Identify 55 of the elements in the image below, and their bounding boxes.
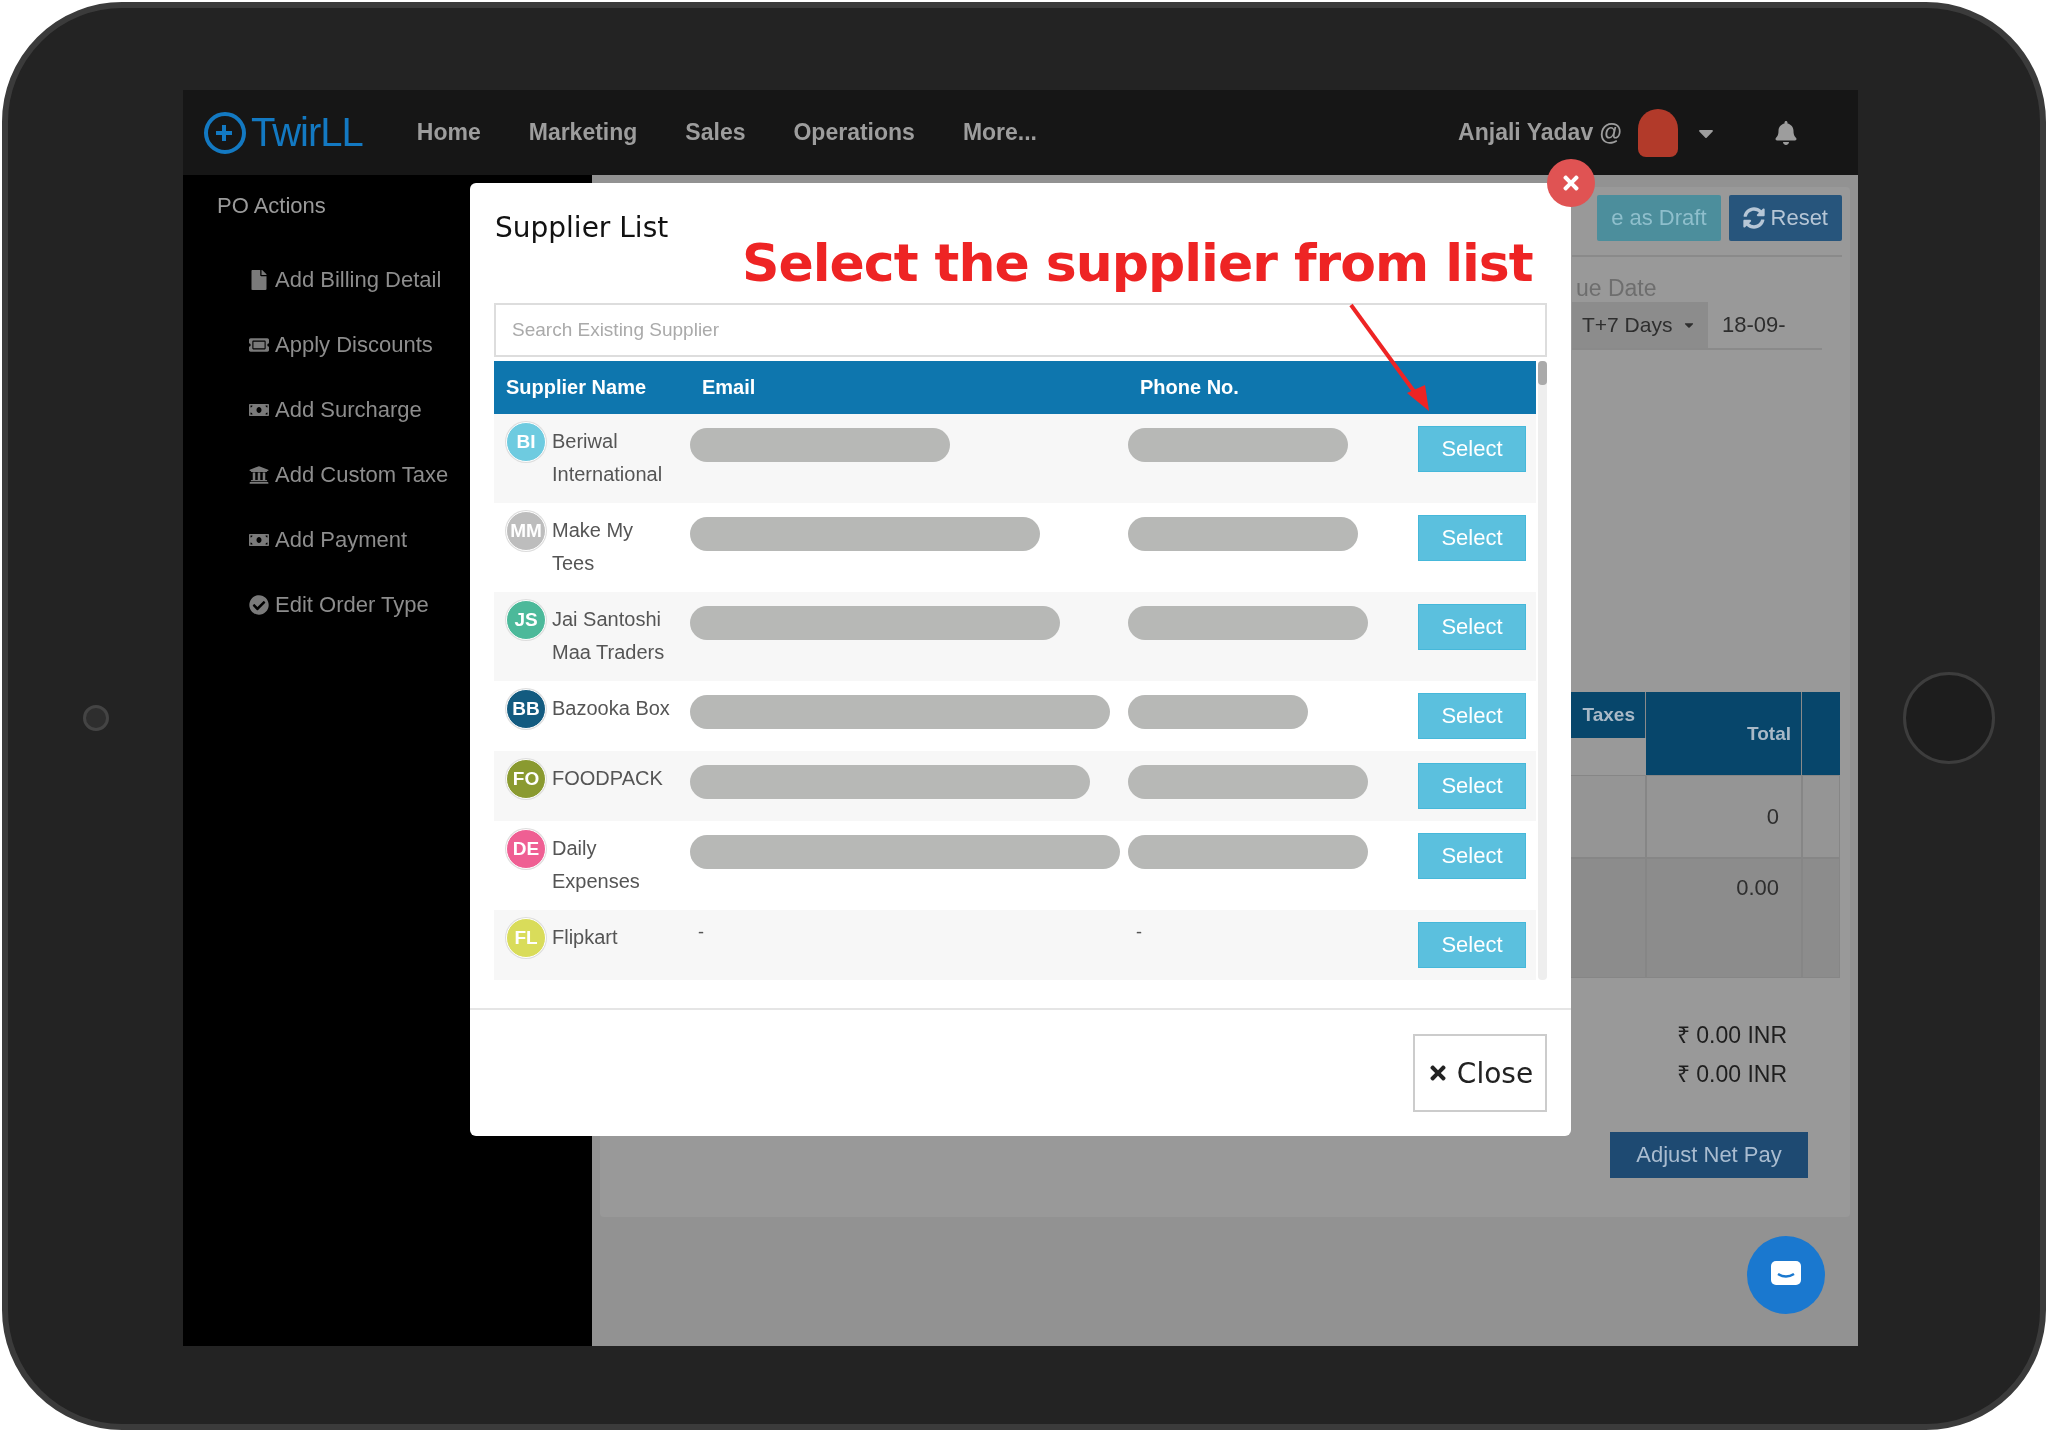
logo-icon (203, 110, 247, 155)
table-cell-text: - (697, 922, 704, 943)
initials-avatar: BB (506, 689, 546, 729)
column-header: Supplier Name (505, 376, 648, 399)
bell-icon[interactable] (1774, 120, 1798, 145)
column-header: Total (1646, 692, 1802, 775)
sidebar-item[interactable]: Add Custom Taxe (217, 442, 449, 507)
initials-avatar: DE (506, 829, 546, 869)
supplier-name: Beriwal International (552, 429, 664, 487)
table-cell: 0.00 (1646, 858, 1802, 978)
reset-button[interactable]: Reset (1728, 195, 1842, 241)
terms-dropdown[interactable]: T+7 Days (1572, 302, 1708, 348)
check-icon (249, 594, 269, 615)
initials-avatar: FL (506, 918, 546, 958)
adjust-net-pay-button[interactable]: Adjust Net Pay (1610, 1132, 1808, 1178)
sidebar-item[interactable]: Edit Order Type (217, 572, 429, 637)
close-button[interactable]: Close (1413, 1034, 1547, 1112)
search-field[interactable]: Search Existing Supplier (494, 303, 1547, 357)
sidebar-heading: PO Actions (217, 193, 326, 220)
sidebar-item[interactable]: Apply Discounts (217, 312, 433, 377)
table-cell: 0 (1646, 775, 1802, 858)
supplier-name: Bazooka Box (552, 696, 670, 721)
supplier-name: Make My Tees (552, 518, 635, 576)
date-field[interactable]: 18-09- (1708, 302, 1786, 348)
initials-avatar: BI (506, 422, 546, 462)
supplier-name: Flipkart (552, 925, 618, 950)
bank-icon (249, 464, 269, 485)
sidebar-item[interactable]: Add Surcharge (217, 377, 422, 442)
camera-icon (82, 705, 109, 731)
nav-link[interactable]: Sales (685, 119, 746, 146)
user-name: Anjali Yadav @ (1458, 119, 1622, 146)
sidebar-item[interactable]: Add Billing Detail (217, 247, 442, 312)
refresh-icon (1742, 207, 1765, 229)
initials-avatar: MM (506, 511, 546, 551)
logo-text: TwirLL (251, 110, 363, 155)
dialog-title: Supplier List (495, 211, 670, 244)
table-cell-text: - (1135, 922, 1142, 943)
annotation-text: Select the supplier from list (742, 233, 1533, 293)
nav-link[interactable]: More... (962, 119, 1037, 146)
amount-text: ₹ 0.00 INR (1676, 1021, 1787, 1050)
file-icon (249, 269, 269, 290)
nav-link[interactable]: Operations (793, 119, 915, 146)
supplier-name: Daily Expenses (552, 836, 641, 894)
avatar-icon[interactable] (1638, 108, 1678, 157)
initials-avatar: JS (506, 600, 546, 640)
column-header: Phone No. (1139, 376, 1240, 399)
column-header: Email (701, 376, 757, 399)
initials-avatar: FO (506, 759, 546, 799)
sidebar-item[interactable]: Add Payment (217, 507, 408, 572)
supplier-name: Jai Santoshi Maa Traders (552, 607, 666, 665)
amount-text: ₹ 0.00 INR (1676, 1060, 1787, 1089)
nav-link[interactable]: Marketing (528, 119, 638, 146)
scrollbar[interactable] (1538, 361, 1547, 980)
supplier-name: FOODPACK (552, 766, 663, 791)
nav-link[interactable]: Home (416, 119, 481, 146)
